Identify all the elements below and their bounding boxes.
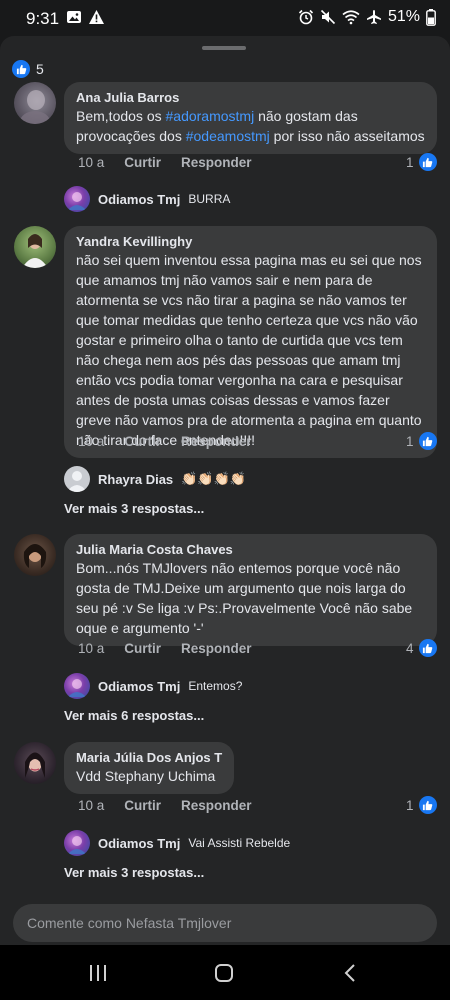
comment-composer[interactable] (13, 904, 437, 942)
reply-button[interactable]: Responder (181, 798, 252, 813)
battery-icon (426, 8, 436, 26)
view-more-replies-link[interactable]: Ver mais 6 respostas... (64, 708, 204, 723)
comment-actions: 10 a Curtir Responder (78, 434, 252, 449)
image-notification-icon (67, 11, 81, 23)
status-time: 9:31 (26, 9, 60, 28)
comment-actions: 10 a Curtir Responder (78, 641, 252, 656)
thumbs-up-icon (418, 432, 437, 450)
recent-apps-button[interactable] (84, 961, 112, 985)
avatar[interactable] (14, 742, 56, 784)
recent-apps-icon (90, 965, 106, 981)
reply-button[interactable]: Responder (181, 641, 252, 656)
default-avatar-icon[interactable] (64, 466, 90, 492)
avatar[interactable] (64, 673, 90, 699)
comments-sheet[interactable]: 5 Ana Julia Barros Bem,todos os #adoramo… (0, 36, 450, 945)
comment-author[interactable]: Maria Júlia Dos Anjos T (76, 749, 222, 766)
alarm-icon (298, 9, 314, 25)
reply-author[interactable]: Odiamos Tmj (98, 836, 180, 851)
like-button[interactable]: Curtir (124, 434, 161, 449)
like-count-value: 1 (406, 797, 414, 813)
avatar[interactable] (14, 226, 56, 268)
wifi-icon (342, 10, 360, 25)
avatar[interactable] (14, 534, 56, 576)
view-more-replies-link[interactable]: Ver mais 3 respostas... (64, 865, 204, 880)
hashtag-link[interactable]: #adoramostmj (166, 108, 255, 124)
avatar[interactable] (14, 82, 56, 124)
comment-bubble[interactable]: Ana Julia Barros Bem,todos os #adoramost… (64, 82, 437, 154)
reply-button[interactable]: Responder (181, 155, 252, 170)
status-left-icons (66, 9, 105, 25)
reply-preview[interactable]: Rhayra Dias 👏🏻👏🏻👏🏻👏🏻 (64, 466, 246, 492)
reply-preview[interactable]: Odiamos Tmj Entemos? (64, 673, 242, 699)
reply-text: Vai Assisti Rebelde (188, 836, 291, 850)
comment-time: 10 a (78, 641, 105, 656)
reply-author[interactable]: Odiamos Tmj (98, 192, 180, 207)
comment-author[interactable]: Yandra Kevillinghy (76, 233, 425, 250)
reply-author[interactable]: Rhayra Dias (98, 472, 173, 487)
comment-text: Vdd Stephany Uchima (76, 768, 216, 784)
reply-button[interactable]: Responder (181, 434, 252, 449)
like-button[interactable]: Curtir (124, 798, 161, 813)
comment-bubble[interactable]: Maria Júlia Dos Anjos T Vdd Stephany Uch… (64, 742, 235, 794)
comment-bubble[interactable]: Julia Maria Costa Chaves Bom...nós TMJlo… (64, 534, 437, 646)
like-button[interactable]: Curtir (124, 641, 161, 656)
thumbs-up-icon (418, 153, 437, 171)
comment-actions: 10 a Curtir Responder (78, 155, 252, 170)
thumbs-up-icon (418, 796, 437, 814)
view-more-replies-link[interactable]: Ver mais 3 respostas... (64, 501, 204, 516)
home-icon (215, 964, 233, 982)
like-count-value: 1 (406, 154, 414, 170)
comment-time: 10 a (78, 434, 105, 449)
comment-like-count[interactable]: 1 (406, 153, 437, 171)
comment-author[interactable]: Julia Maria Costa Chaves (76, 541, 425, 558)
reply-text: BURRA (188, 192, 231, 206)
status-right-icons: 51% (298, 8, 436, 26)
post-reactions-summary[interactable]: 5 (12, 60, 44, 78)
system-nav-bar (0, 945, 450, 1000)
avatar[interactable] (64, 186, 90, 212)
back-icon (344, 964, 355, 982)
like-count-value: 4 (406, 640, 414, 656)
battery-percent: 51% (387, 8, 420, 25)
avatar[interactable] (64, 830, 90, 856)
thumbs-up-icon (12, 60, 30, 78)
warning-icon (89, 10, 104, 24)
thumbs-up-icon (418, 639, 437, 657)
airplane-icon (366, 10, 381, 24)
comment-bubble[interactable]: Yandra Kevillinghy não sei quem inventou… (64, 226, 437, 458)
home-button[interactable] (210, 961, 238, 985)
status-bar: 9:31 51% (0, 0, 450, 36)
reply-preview[interactable]: Odiamos Tmj Vai Assisti Rebelde (64, 830, 290, 856)
comment-text: Bom...nós TMJlovers não entemos porque v… (76, 560, 413, 636)
comment-like-count[interactable]: 1 (406, 432, 437, 450)
drag-handle[interactable] (202, 46, 246, 50)
reaction-count: 5 (36, 61, 44, 77)
back-button[interactable] (336, 961, 364, 985)
like-count-value: 1 (406, 433, 414, 449)
like-button[interactable]: Curtir (124, 155, 161, 170)
comment-text: não sei quem inventou essa pagina mas eu… (76, 252, 422, 448)
reply-text: Entemos? (188, 679, 243, 693)
comment-input[interactable] (13, 904, 437, 942)
hashtag-link[interactable]: #odeamostmj (186, 128, 270, 144)
reply-author[interactable]: Odiamos Tmj (98, 679, 180, 694)
comment-time: 10 a (78, 155, 105, 170)
comment-text: Bem,todos os #adoramostmj não gostam das… (76, 108, 425, 144)
comment-time: 10 a (78, 798, 105, 813)
comment-like-count[interactable]: 1 (406, 796, 437, 814)
comment-author[interactable]: Ana Julia Barros (76, 89, 425, 106)
comment-like-count[interactable]: 4 (406, 639, 437, 657)
reply-text: 👏🏻👏🏻👏🏻👏🏻 (181, 471, 246, 486)
mute-icon (320, 9, 336, 25)
reply-preview[interactable]: Odiamos Tmj BURRA (64, 186, 230, 212)
comment-actions: 10 a Curtir Responder (78, 798, 252, 813)
